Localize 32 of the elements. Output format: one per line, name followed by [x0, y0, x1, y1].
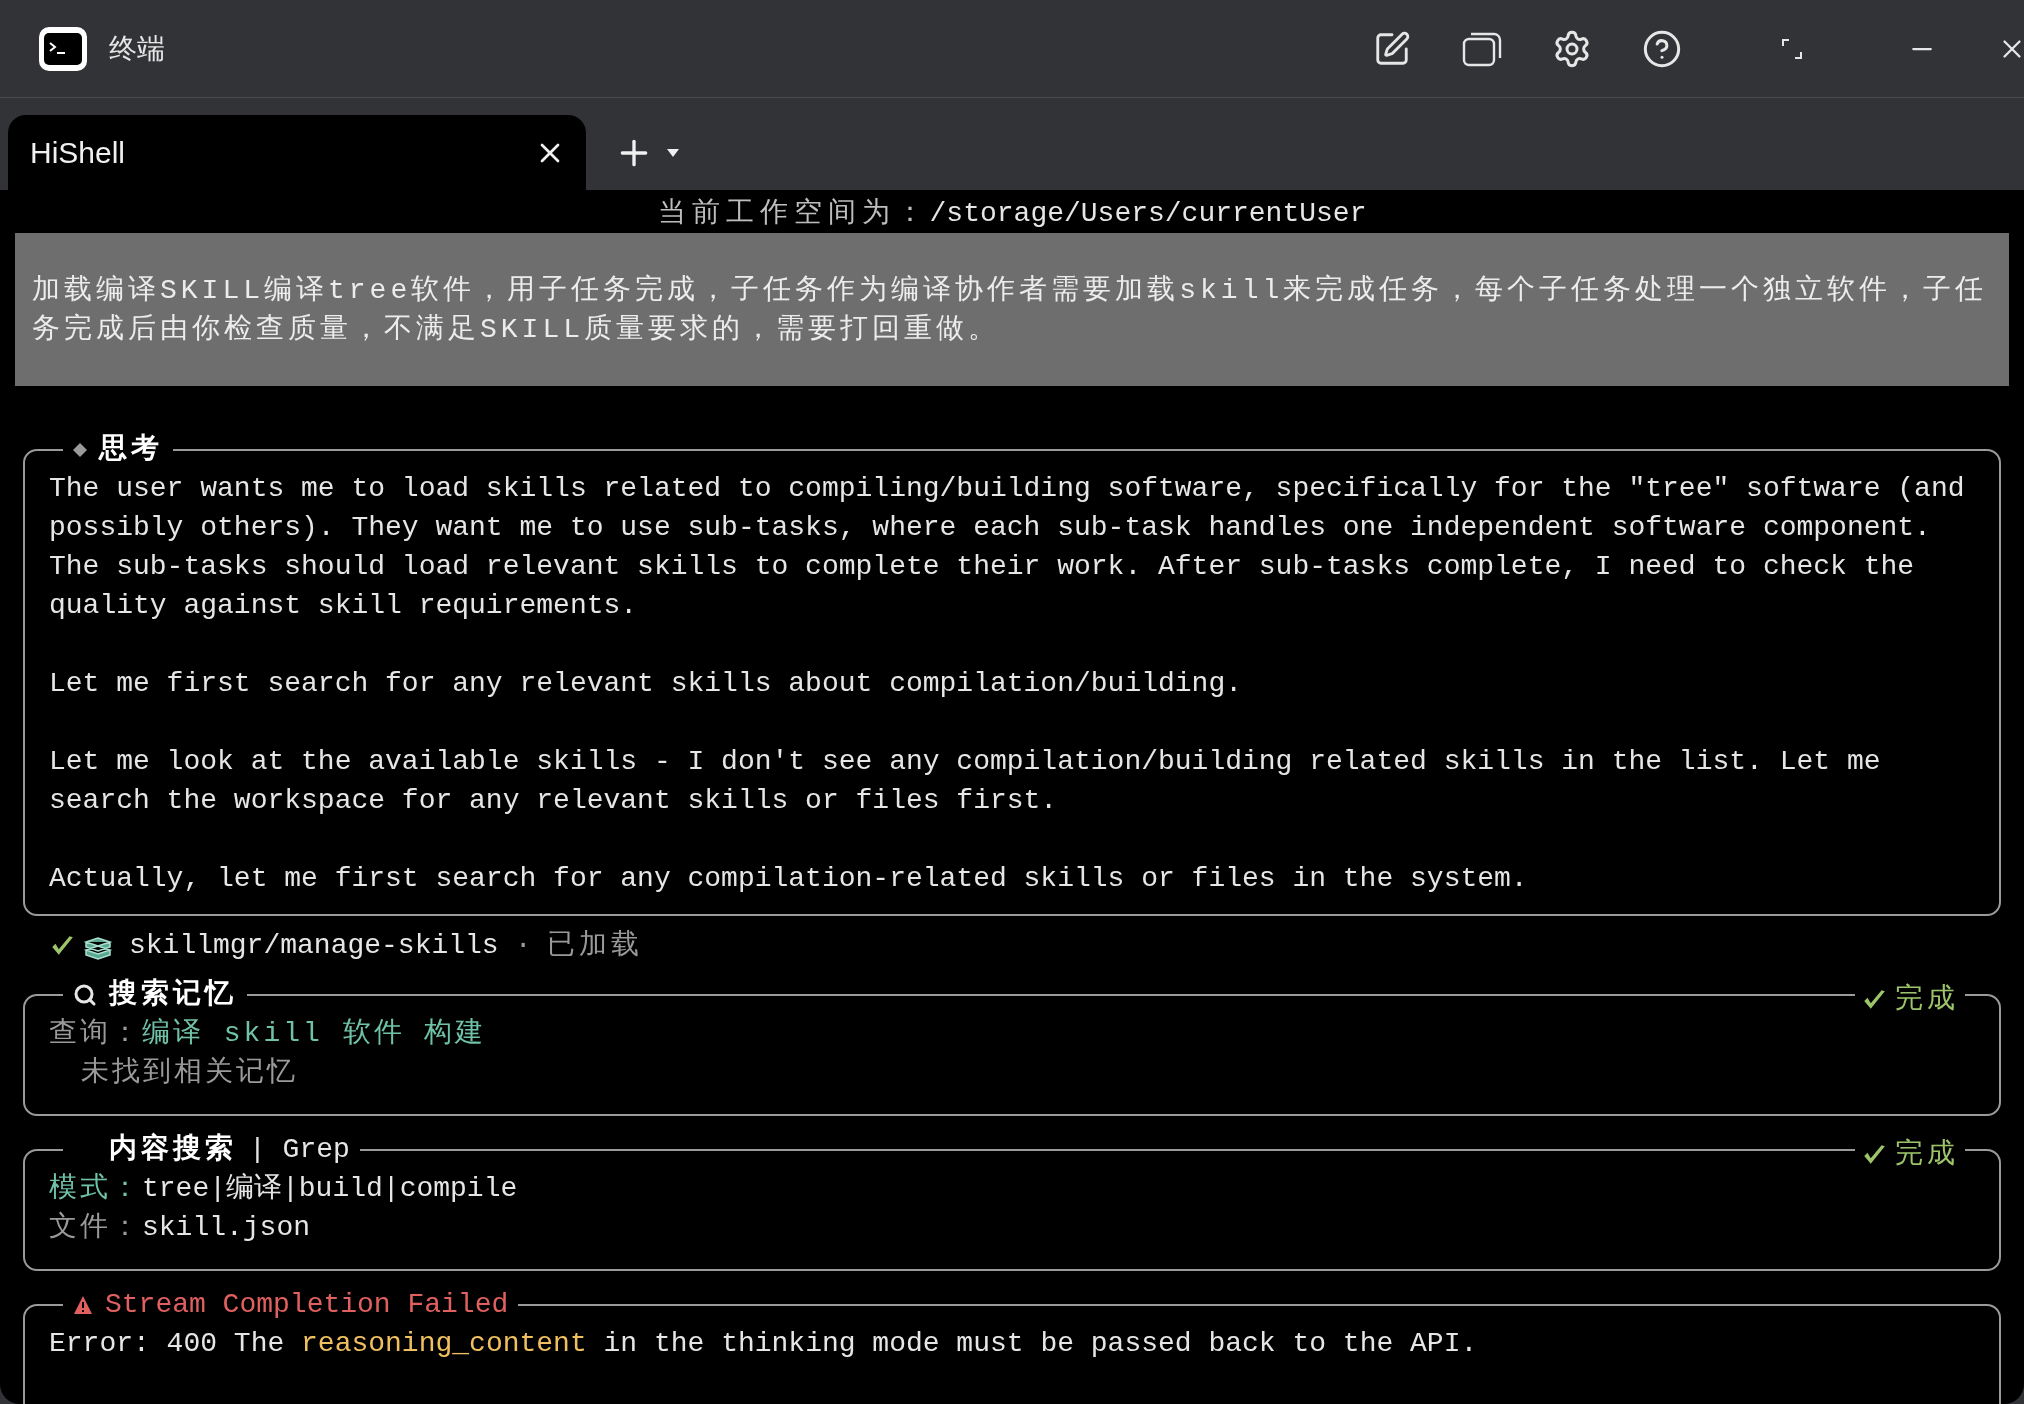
- field-label: 查询：: [49, 1017, 142, 1051]
- field-label: 模式：: [49, 1172, 142, 1206]
- thinking-paragraph: The user wants me to load skills related to compiling/building software, specifically for the "tree" software (and possibly others). They want me to use sub-tasks, where each sub-task handles one independent software component. The sub-tasks should load relevant skills to complete their work. After sub-tasks complete, I need to check the quality against skill requirements.: [49, 472, 1966, 623]
- error-message: Error: 400 The reasoning_content in the thinking mode must be passed back to the API.: [49, 1327, 1479, 1361]
- field-label: 文件：: [49, 1210, 142, 1245]
- section-title: 搜索记忆: [109, 977, 237, 1012]
- status-label: 完成: [1895, 1137, 1959, 1172]
- skill-status: 已加载: [547, 929, 644, 963]
- section-title: 内容搜索: [109, 1131, 237, 1167]
- workspace-path: /storage/Users/currentUser: [929, 197, 1367, 231]
- terminal-app-icon: [39, 26, 87, 71]
- prompt-message: 加载编译SKILL编译tree软件，用子任务完成，子任务作为编译协作者需要加载skill来完成任务，每个子任务处理一个独立软件，子任务完成后由你检查质量，不满足SKILL质量要求的，需要打回重做。: [15, 233, 2009, 386]
- field-value: 编译 skill 软件 构建: [142, 1017, 487, 1051]
- warning-icon: [73, 1294, 93, 1315]
- status-label: 完成: [1895, 982, 1959, 1017]
- separator-dot: ·: [514, 929, 532, 963]
- tool-name: | Grep: [249, 1133, 350, 1167]
- caret-icon[interactable]: [666, 147, 680, 158]
- window-title: 终端: [109, 31, 165, 66]
- skill-name: skillmgr/manage-skills: [129, 929, 499, 963]
- thinking-paragraph: Let me first search for any relevant skills about compilation/building.: [49, 667, 1243, 701]
- tab[interactable]: HiShell: [8, 115, 586, 190]
- thinking-paragraph: Let me look at the available skills - I don't see any compilation/building related skills in the list. Let me search the workspace for any relevant skills or files first.: [49, 745, 1882, 818]
- workspace-label: 当前工作空间为：: [657, 196, 930, 231]
- section-title: 思考: [99, 432, 163, 467]
- diamond-icon: [73, 442, 87, 457]
- field-value: tree|编译|build|compile: [142, 1172, 518, 1206]
- thinking-paragraph: Actually, let me first search for any compilation-related skills or files in the system.: [49, 862, 1529, 896]
- search-icon: [73, 982, 97, 1007]
- field-value: skill.json: [142, 1211, 311, 1245]
- field-value: 未找到相关记忆: [80, 1055, 298, 1090]
- error-title: Stream Completion Failed: [105, 1288, 509, 1322]
